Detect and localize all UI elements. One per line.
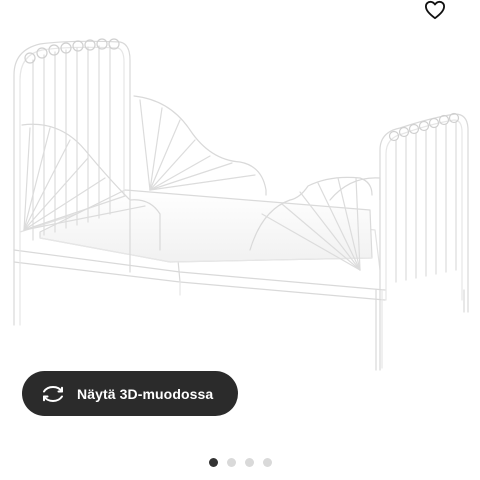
carousel-dot-2[interactable]	[226, 458, 236, 467]
rotate-3d-icon	[40, 384, 66, 404]
carousel-dot-1[interactable]	[208, 458, 218, 467]
carousel-dot-4[interactable]	[262, 458, 272, 467]
heart-outline-icon	[424, 0, 446, 25]
product-gallery: Näytä 3D-muodossa	[0, 0, 480, 480]
view-3d-label: Näytä 3D-muodossa	[77, 385, 214, 402]
carousel-dot-3[interactable]	[244, 458, 254, 467]
favorite-button[interactable]	[420, 0, 450, 24]
view-3d-button[interactable]: Näytä 3D-muodossa	[22, 371, 238, 416]
carousel-pagination	[0, 458, 480, 468]
